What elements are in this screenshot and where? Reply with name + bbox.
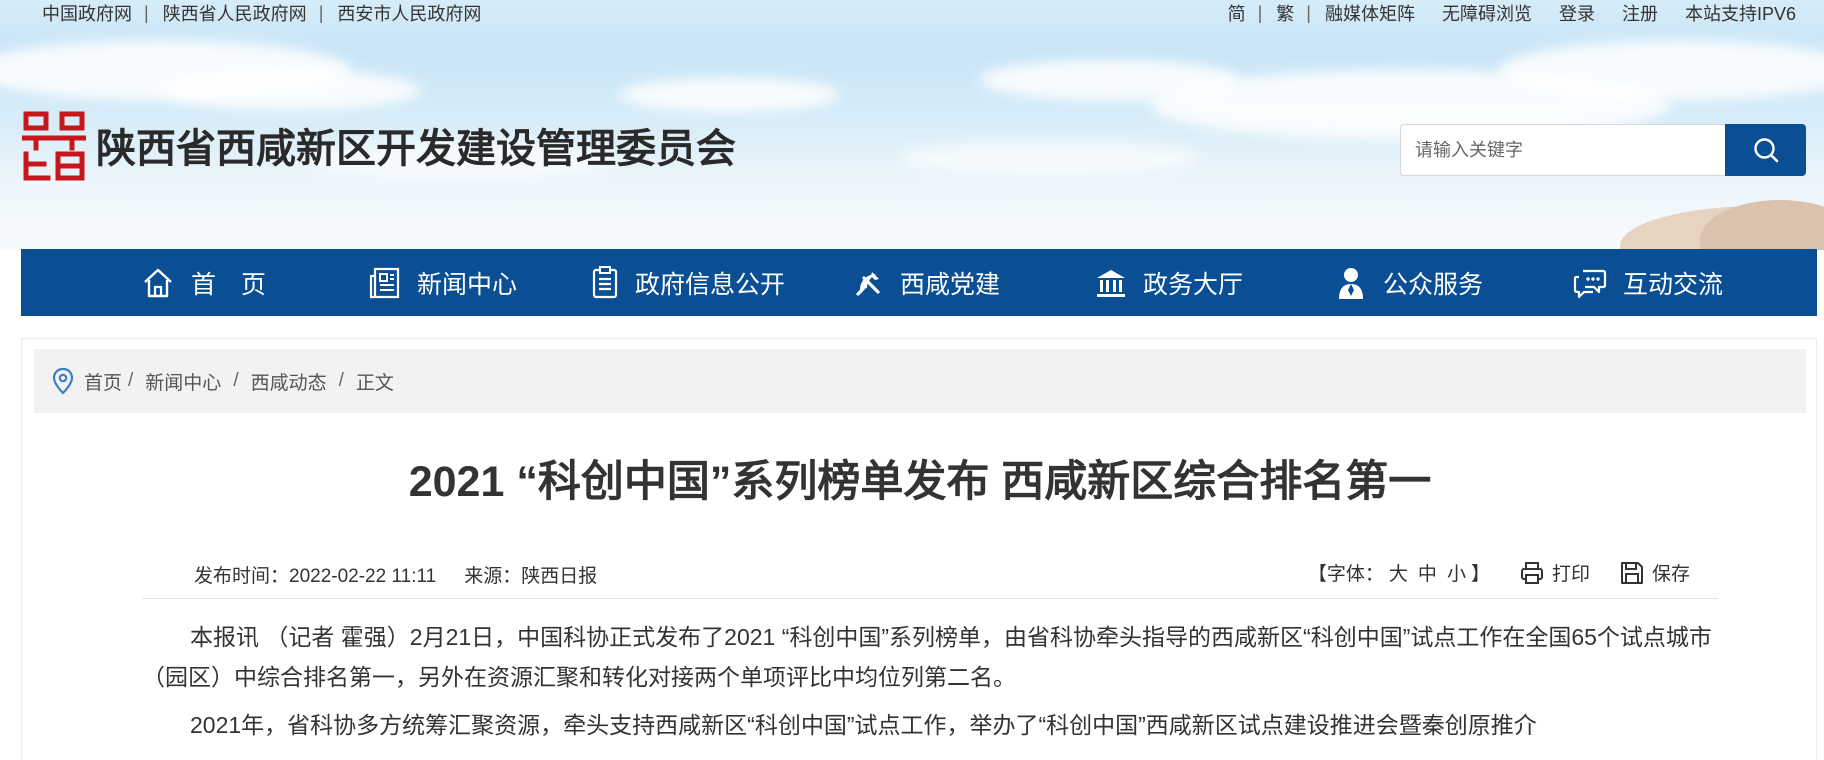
government-building-icon bbox=[1097, 269, 1125, 297]
printer-icon bbox=[1520, 561, 1543, 584]
xixian-seal-logo bbox=[22, 111, 86, 181]
person-service-icon bbox=[1339, 267, 1363, 299]
save-button[interactable]: 保存 bbox=[1620, 559, 1690, 586]
breadcrumb-separator: / bbox=[128, 370, 134, 391]
article-body: 本报讯 （记者 霍强）2月21日，中国科协正式发布了2021 “科创中国”系列榜… bbox=[142, 617, 1718, 753]
article-title: 2021 “科创中国”系列榜单发布 西咸新区综合排名第一 bbox=[408, 458, 1432, 506]
home-icon bbox=[144, 268, 172, 297]
search-button[interactable] bbox=[1725, 124, 1806, 176]
accessibility-link[interactable]: 无障碍浏览 bbox=[1442, 0, 1532, 26]
nav-item-news-center[interactable]: 新闻中心 bbox=[369, 249, 517, 316]
breadcrumb-current: 正文 bbox=[355, 372, 394, 394]
nav-label: 公众服务 bbox=[1383, 270, 1484, 299]
cloud-decoration bbox=[160, 70, 420, 110]
nav-item-service-hall[interactable]: 政务大厅 bbox=[1095, 249, 1243, 316]
nav-label: 首 页 bbox=[191, 270, 267, 299]
font-size-medium-button[interactable]: 中 bbox=[1418, 564, 1437, 585]
breadcrumb-separator: / bbox=[338, 370, 344, 391]
save-label: 保存 bbox=[1651, 564, 1690, 585]
location-pin-icon bbox=[52, 367, 74, 395]
link-xian-gov[interactable]: 西安市人民政府网 bbox=[337, 0, 481, 26]
login-link[interactable]: 登录 bbox=[1559, 0, 1595, 26]
save-disk-icon bbox=[1620, 561, 1643, 584]
article-source: 来源：陕西日报 bbox=[464, 566, 598, 587]
article-paragraph: 2021年，省科协多方统筹汇聚资源，牵头支持西咸新区“科创中国”试点工作，举办了… bbox=[190, 712, 1537, 738]
publish-time: 发布时间：2022-02-22 11:11 bbox=[194, 566, 437, 587]
search-box bbox=[1400, 124, 1806, 176]
divider: | bbox=[1257, 2, 1263, 23]
site-logo[interactable]: 陕西省西咸新区开发建设管理委员会 bbox=[22, 108, 736, 182]
article-meta: 发布时间：2022-02-22 11:11 来源：陕西日报 【字体：大中小】 打… bbox=[142, 549, 1718, 599]
article-tools: 【字体：大中小】 打印 保存 bbox=[1308, 559, 1690, 586]
font-size-control: 【字体：大中小】 bbox=[1308, 559, 1490, 586]
nav-item-home[interactable]: 首 页 bbox=[141, 249, 266, 316]
nav-label: 政府信息公开 bbox=[635, 270, 786, 299]
nav-label: 新闻中心 bbox=[417, 270, 518, 299]
media-matrix-link[interactable]: 融媒体矩阵 bbox=[1325, 0, 1415, 26]
divider: | bbox=[144, 2, 149, 23]
external-links: 中国政府网 | 陕西省人民政府网 | 西安市人民政府网 bbox=[42, 0, 481, 26]
breadcrumb-home[interactable]: 首页 bbox=[84, 368, 122, 395]
divider: | bbox=[318, 2, 324, 23]
breadcrumb-news-center[interactable]: 新闻中心 bbox=[145, 368, 221, 395]
nav-item-public-service[interactable]: 公众服务 bbox=[1335, 249, 1483, 316]
breadcrumb-xixian-news[interactable]: 西咸动态 bbox=[251, 368, 327, 395]
chat-bubble-icon bbox=[1573, 269, 1607, 298]
nav-item-party-building[interactable]: 西咸党建 bbox=[854, 249, 1000, 316]
newspaper-icon bbox=[369, 267, 400, 298]
breadcrumb: 首页 / 新闻中心 / 西咸动态 / 正文 bbox=[34, 349, 1806, 413]
article-info: 发布时间：2022-02-22 11:11 来源：陕西日报 bbox=[194, 561, 597, 588]
font-size-large-button[interactable]: 大 bbox=[1389, 564, 1408, 585]
traditional-chinese-link[interactable]: 繁 bbox=[1276, 0, 1294, 26]
simplified-chinese-link[interactable]: 简 bbox=[1228, 0, 1246, 26]
nav-label: 西咸党建 bbox=[900, 270, 1001, 299]
cloud-decoration bbox=[900, 140, 1200, 176]
print-button[interactable]: 打印 bbox=[1520, 559, 1590, 586]
link-shaanxi-gov[interactable]: 陕西省人民政府网 bbox=[163, 0, 307, 26]
document-list-icon bbox=[592, 265, 618, 298]
print-label: 打印 bbox=[1551, 564, 1590, 585]
font-size-small-button[interactable]: 小 bbox=[1447, 564, 1466, 585]
breadcrumb-separator: / bbox=[233, 370, 239, 391]
article-paragraph: 本报讯 （记者 霍强）2月21日，中国科协正式发布了2021 “科创中国”系列榜… bbox=[142, 624, 1712, 690]
nav-item-interaction[interactable]: 互动交流 bbox=[1573, 249, 1723, 316]
site-title: 陕西省西咸新区开发建设管理委员会 bbox=[96, 127, 736, 171]
search-input[interactable] bbox=[1400, 124, 1725, 176]
link-gov-cn[interactable]: 中国政府网 bbox=[42, 0, 132, 26]
nav-label: 互动交流 bbox=[1623, 270, 1724, 299]
nav-label: 政务大厅 bbox=[1143, 270, 1244, 299]
article-container: 首页 / 新闻中心 / 西咸动态 / 正文 2021 “科创中国”系列榜单发布 … bbox=[21, 338, 1817, 760]
ipv6-support-link[interactable]: 本站支持IPV6 bbox=[1685, 0, 1796, 26]
nav-item-gov-info[interactable]: 政府信息公开 bbox=[591, 249, 785, 316]
main-nav: 首 页 新闻中心 政府信息公开 西咸党建 政务大厅 公众服务 互动交流 bbox=[21, 249, 1817, 316]
utility-links: 简 | 繁 | 融媒体矩阵 无障碍浏览 登录 注册 本站支持IPV6 bbox=[1228, 0, 1796, 26]
font-size-suffix: 】 bbox=[1470, 564, 1490, 585]
search-icon bbox=[1753, 138, 1778, 163]
register-link[interactable]: 注册 bbox=[1622, 0, 1658, 26]
divider: | bbox=[1306, 2, 1311, 23]
top-bar: 中国政府网 | 陕西省人民政府网 | 西安市人民政府网 简 | 繁 | 融媒体矩… bbox=[0, 0, 1824, 26]
cloud-decoration bbox=[620, 78, 840, 112]
party-emblem-icon bbox=[856, 271, 880, 296]
font-size-prefix: 【字体： bbox=[1307, 564, 1384, 585]
